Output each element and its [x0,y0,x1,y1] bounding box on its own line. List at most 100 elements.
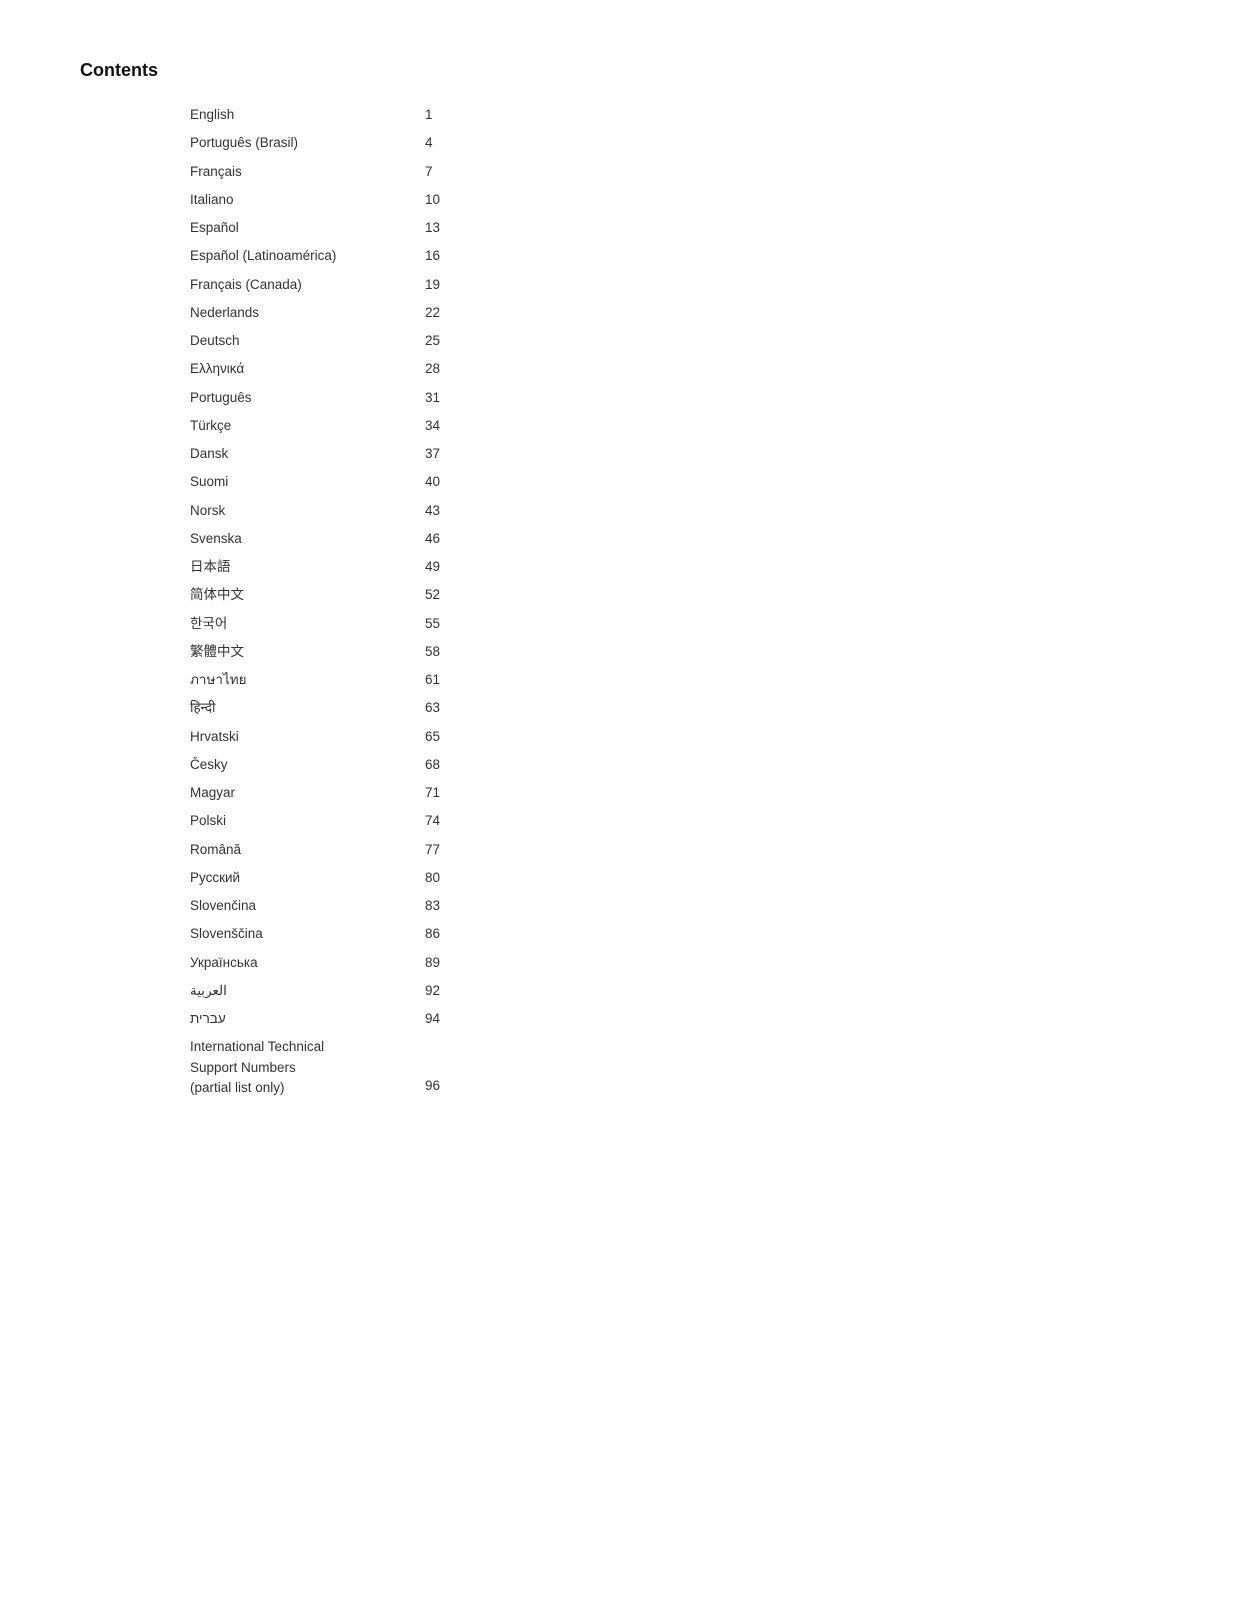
toc-label: Italiano [190,190,425,210]
toc-row: Русский80 [190,864,450,892]
toc-row: Dansk37 [190,440,450,468]
toc-page: 77 [425,840,450,860]
toc-page: 74 [425,811,450,831]
toc-row: Suomi40 [190,468,450,496]
toc-page: 89 [425,953,450,973]
toc-label: Norsk [190,501,425,521]
toc-page: 68 [425,755,450,775]
toc-page: 46 [425,529,450,549]
toc-label: Slovenščina [190,924,425,944]
toc-label: Español [190,218,425,238]
toc-label: Русский [190,868,425,888]
toc-row: Italiano10 [190,186,450,214]
toc-page: 80 [425,868,450,888]
toc-label: Ελληνικά [190,359,425,379]
toc-page: 13 [425,218,450,238]
toc-label: العربية [190,981,425,1001]
toc-row: Română77 [190,836,450,864]
toc-page: 92 [425,981,450,1001]
toc-page: 22 [425,303,450,323]
toc-row: Hrvatski65 [190,723,450,751]
toc-page: 43 [425,501,450,521]
toc-label: Română [190,840,425,860]
toc-row: ภาษาไทย61 [190,666,450,694]
toc-row: 한국어55 [190,610,450,638]
toc-page: 63 [425,698,450,718]
toc-page: 37 [425,444,450,464]
toc-page: 94 [425,1009,450,1029]
toc-label-last: International TechnicalSupport Numbers(p… [190,1037,425,1098]
toc-row: 简体中文52 [190,581,450,609]
toc-row: 日本語49 [190,553,450,581]
toc-row: Português (Brasil)4 [190,129,450,157]
toc-label: 日本語 [190,557,425,577]
toc-row: Українська89 [190,949,450,977]
toc-table: English1Português (Brasil)4Français7Ital… [190,101,450,1102]
toc-row: English1 [190,101,450,129]
toc-row: Ελληνικά28 [190,355,450,383]
toc-page: 71 [425,783,450,803]
toc-row: Español (Latinoamérica)16 [190,242,450,270]
toc-label: 한국어 [190,614,425,634]
toc-label: Français [190,162,425,182]
toc-label: 繁體中文 [190,642,425,662]
toc-page: 28 [425,359,450,379]
toc-page: 65 [425,727,450,747]
toc-row: Nederlands22 [190,299,450,327]
toc-label: English [190,105,425,125]
toc-label: Polski [190,811,425,831]
toc-row: Polski74 [190,807,450,835]
toc-page: 61 [425,670,450,690]
toc-label: Suomi [190,472,425,492]
toc-page: 49 [425,557,450,577]
toc-label: Español (Latinoamérica) [190,246,425,266]
toc-page-last: 96 [425,1076,450,1098]
toc-label: Magyar [190,783,425,803]
toc-label: ภาษาไทย [190,670,425,690]
toc-page: 34 [425,416,450,436]
toc-page: 55 [425,614,450,634]
toc-page: 19 [425,275,450,295]
toc-page: 86 [425,924,450,944]
toc-row-last: International TechnicalSupport Numbers(p… [190,1033,450,1102]
toc-label: Deutsch [190,331,425,351]
toc-row: Français (Canada)19 [190,271,450,299]
toc-label: हिन्दी [190,698,425,718]
toc-row: Deutsch25 [190,327,450,355]
toc-row: Português31 [190,384,450,412]
toc-row: Español13 [190,214,450,242]
page-title: Contents [80,60,1157,81]
toc-label: Português (Brasil) [190,133,425,153]
toc-row: Česky68 [190,751,450,779]
toc-page: 4 [425,133,450,153]
toc-row: Slovenščina86 [190,920,450,948]
toc-page: 58 [425,642,450,662]
toc-page: 31 [425,388,450,408]
toc-row: हिन्दी63 [190,694,450,722]
toc-label: Français (Canada) [190,275,425,295]
toc-row: 繁體中文58 [190,638,450,666]
toc-label: 简体中文 [190,585,425,605]
toc-row: العربية92 [190,977,450,1005]
toc-label: Nederlands [190,303,425,323]
toc-page: 83 [425,896,450,916]
toc-row: Français7 [190,158,450,186]
toc-page: 25 [425,331,450,351]
toc-label: Dansk [190,444,425,464]
toc-row: Türkçe34 [190,412,450,440]
toc-page: 52 [425,585,450,605]
toc-row: Norsk43 [190,497,450,525]
toc-label: Türkçe [190,416,425,436]
toc-label: Hrvatski [190,727,425,747]
toc-row: Slovenčina83 [190,892,450,920]
toc-row: Svenska46 [190,525,450,553]
toc-label: Svenska [190,529,425,549]
toc-page: 10 [425,190,450,210]
toc-page: 16 [425,246,450,266]
toc-page: 1 [425,105,450,125]
toc-row: Magyar71 [190,779,450,807]
toc-page: 40 [425,472,450,492]
toc-label: Português [190,388,425,408]
toc-row: עברית94 [190,1005,450,1033]
toc-page: 7 [425,162,450,182]
